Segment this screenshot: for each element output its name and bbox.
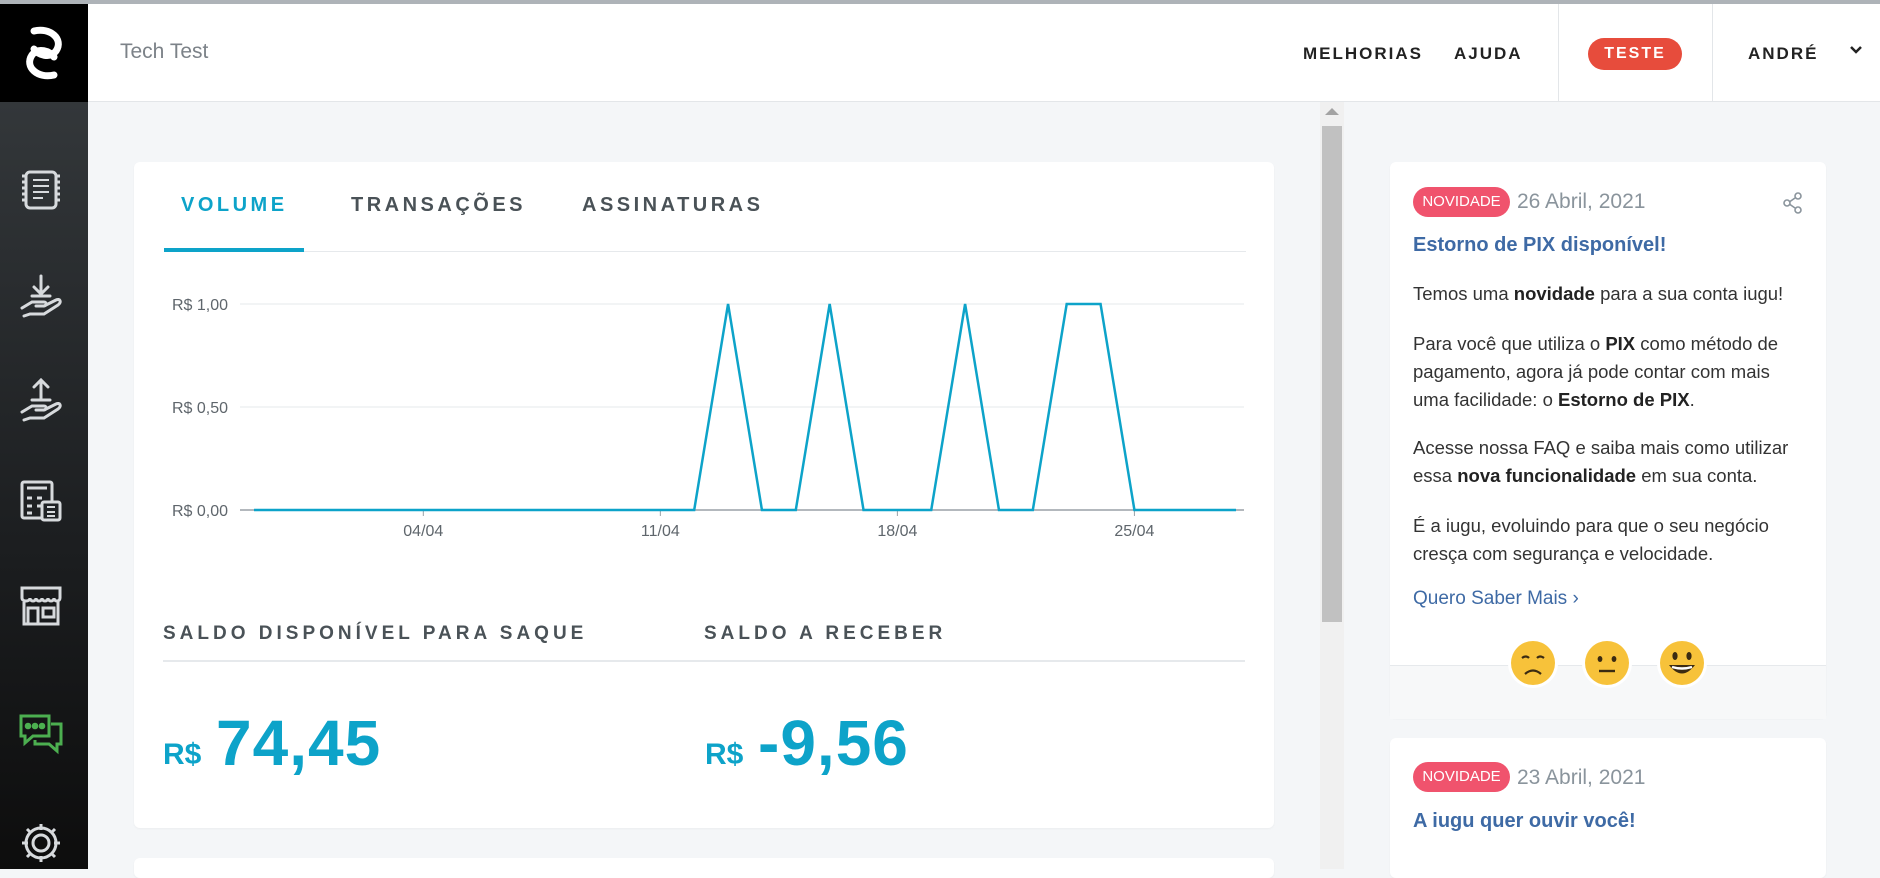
news-paragraph: Acesse nossa FAQ e saiba mais como utili… (1413, 437, 1789, 486)
news-badge: NOVIDADE (1413, 762, 1510, 792)
balance-divider (163, 660, 703, 662)
sad-emoji[interactable] (1506, 636, 1560, 690)
news-card (1390, 738, 1826, 878)
news-badge: NOVIDADE (1413, 187, 1510, 217)
available-balance-value: 74,45 (216, 707, 382, 779)
nav-ajuda[interactable]: AJUDA (1454, 44, 1523, 64)
sidebar-item-settings[interactable] (14, 816, 68, 870)
sidebar-item-chat[interactable] (14, 706, 68, 760)
sidebar-item-store[interactable] (14, 578, 68, 632)
news-date: 23 Abril, 2021 (1517, 766, 1646, 789)
share-icon[interactable] (1782, 192, 1804, 214)
user-menu[interactable]: ANDRÉ (1748, 44, 1818, 64)
header-divider (1712, 4, 1713, 102)
x-tick-label: 04/04 (403, 523, 443, 540)
header-divider (1558, 4, 1559, 102)
balance-divider (703, 660, 1245, 662)
settings-icon (22, 824, 60, 862)
tab-assinaturas[interactable]: ASSINATURAS (582, 194, 763, 217)
x-tick-label: 18/04 (877, 523, 917, 540)
scroll-up-arrow[interactable] (1325, 108, 1339, 115)
x-tick-label: 11/04 (641, 523, 680, 540)
invoice-icon (22, 170, 60, 210)
news-paragraph: É a iugu, evoluindo para que o seu negóc… (1413, 515, 1769, 564)
storefront-icon (20, 586, 62, 626)
chat-icon (19, 714, 63, 755)
receivable-balance-value: -9,56 (758, 707, 909, 779)
sidebar-menu (0, 102, 88, 869)
logo[interactable] (0, 4, 88, 102)
news-title[interactable]: Estorno de PIX disponível! (1413, 234, 1666, 257)
sidebar-item-invoices[interactable] (14, 162, 68, 216)
sidebar-item-withdraw[interactable] (14, 372, 68, 426)
tab-divider (164, 251, 1246, 252)
calculator-icon (20, 480, 62, 522)
nav-melhorias[interactable]: MELHORIAS (1303, 44, 1423, 64)
y-tick-label: R$ 0,00 (172, 503, 228, 520)
tab-volume[interactable]: VOLUME (181, 194, 288, 217)
iugu-logo-icon (26, 26, 62, 80)
sidebar-item-calculator[interactable] (14, 474, 68, 528)
volume-chart: R$ 0,00 R$ 0,50 R$ 1,00 04/04 11/04 18/04 25/0… (172, 297, 1244, 540)
active-tab-indicator (164, 248, 304, 252)
x-tick-label: 25/04 (1114, 523, 1154, 540)
receive-money-icon (20, 274, 62, 318)
top-header: Tech Test MELHORIAS AJUDA TESTE ANDRÉ (88, 4, 1880, 102)
news-title[interactable]: A iugu quer ouvir você! (1413, 810, 1636, 833)
send-money-icon (20, 377, 62, 422)
happy-emoji[interactable] (1655, 636, 1709, 690)
chevron-down-icon[interactable] (1848, 42, 1864, 58)
receivable-balance-label: SALDO A RECEBER (704, 623, 947, 644)
news-date: 26 Abril, 2021 (1517, 190, 1646, 213)
sidebar (0, 4, 88, 869)
news-paragraph: Temos uma novidade para a sua conta iugu… (1413, 283, 1784, 304)
receivable-balance-currency: R$ (705, 738, 744, 771)
available-balance-label: SALDO DISPONÍVEL PARA SAQUE (163, 623, 588, 644)
tab-transacoes[interactable]: TRANSAÇÕES (351, 194, 526, 217)
secondary-card (134, 858, 1274, 878)
y-tick-label: R$ 1,00 (172, 297, 228, 314)
neutral-emoji[interactable] (1580, 636, 1634, 690)
company-name[interactable]: Tech Test (120, 40, 208, 64)
available-balance-currency: R$ (163, 738, 202, 771)
environment-badge[interactable]: TESTE (1588, 38, 1682, 70)
learn-more-link[interactable]: Quero Saber Mais › (1413, 588, 1579, 610)
scrollbar-thumb[interactable] (1322, 126, 1342, 622)
y-tick-label: R$ 0,50 (172, 400, 228, 417)
sidebar-item-receive[interactable] (14, 268, 68, 322)
news-paragraph: Para você que utiliza o PIX como método … (1413, 333, 1779, 410)
